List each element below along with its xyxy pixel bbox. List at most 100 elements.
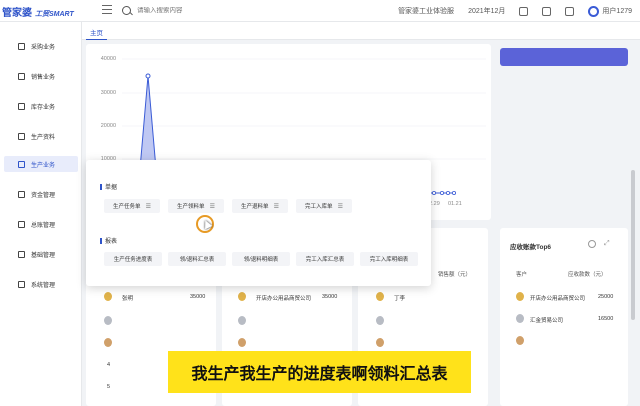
rank-number: 4 <box>107 362 111 368</box>
sidebar-item-purchase[interactable]: 采购业务 <box>4 38 78 54</box>
search-box[interactable] <box>122 3 242 17</box>
data-point <box>445 190 450 195</box>
rank-name: 开店办公用品商贸公司 <box>256 296 312 302</box>
bronze-medal-icon <box>376 338 384 347</box>
menu-item-label: 生产任务单 <box>113 204 141 210</box>
list-icon[interactable]: ☰ <box>274 203 279 210</box>
sidebar-item-label: 采购业务 <box>31 44 56 51</box>
header-right: 管家婆工业体验服 2021年12月 用户1279 <box>398 0 632 22</box>
rank-value: 35000 <box>322 294 338 300</box>
search-input[interactable] <box>137 6 227 14</box>
gear-icon <box>18 250 25 258</box>
sidebar-item-basic[interactable]: 基础管理 <box>4 246 78 262</box>
sliders-icon <box>18 160 25 168</box>
receivable-amount: 25000 <box>598 294 614 300</box>
gold-medal-icon <box>104 292 112 301</box>
section-title-reports: 报表 <box>100 236 117 245</box>
data-point <box>431 190 436 195</box>
tab-bar: 主页 <box>82 22 640 40</box>
tab-home[interactable]: 主页 <box>86 24 107 40</box>
card-title: 应收账款Top6 <box>510 244 552 251</box>
x-tick: 01.21 <box>448 201 462 207</box>
report-task-progress[interactable]: 生产任务进度表 <box>104 252 162 266</box>
chart-icon <box>18 72 25 80</box>
ledger-icon <box>18 220 25 228</box>
list-icon[interactable]: ☰ <box>210 203 215 210</box>
home-icon <box>18 102 25 110</box>
logo-text: 管家婆 <box>2 8 32 19</box>
app-logo[interactable]: 管家婆 工贸SMART <box>2 4 74 19</box>
report-picking-summary[interactable]: 领/退料汇总表 <box>168 252 226 266</box>
gold-medal-icon <box>238 292 246 301</box>
search-icon <box>122 5 131 15</box>
quick-action-button[interactable] <box>500 48 628 66</box>
receivable-amount: 16500 <box>598 316 614 322</box>
customer-name: 汇金贸易公司 <box>530 318 564 324</box>
menu-item-production-picking[interactable]: 生产领料单 ☰ <box>168 199 224 213</box>
sidebar-item-production[interactable]: 生产业务 <box>4 156 78 172</box>
company-name[interactable]: 管家婆工业体验服 <box>398 6 454 16</box>
user-name[interactable]: 用户1279 <box>602 6 632 16</box>
list-icon[interactable]: ☰ <box>146 203 151 210</box>
sidebar-item-label: 生产业务 <box>31 162 56 169</box>
sidebar-item-label: 基础管理 <box>31 252 56 259</box>
bronze-medal-icon <box>516 336 524 345</box>
avatar[interactable] <box>588 5 600 17</box>
sidebar-item-inventory[interactable]: 库存业务 <box>4 98 78 114</box>
silver-medal-icon <box>376 316 384 325</box>
rank-value: 35000 <box>190 294 206 300</box>
sidebar-item-label: 销售业务 <box>31 74 56 81</box>
refresh-icon[interactable] <box>588 240 596 248</box>
menu-item-completion-inbound[interactable]: 完工入库单 ☰ <box>296 199 352 213</box>
menu-item-label: 生产退料单 <box>241 204 269 210</box>
report-inbound-detail[interactable]: 完工入库明细表 <box>360 252 418 266</box>
report-picking-detail[interactable]: 领/退料明细表 <box>232 252 290 266</box>
sidebar-item-label: 资金管理 <box>31 192 56 199</box>
menu-item-label: 生产领料单 <box>177 204 205 210</box>
wallet-icon <box>18 190 25 198</box>
data-point <box>145 73 151 79</box>
column-header-customer: 客户 <box>516 272 528 278</box>
video-caption: 我生产我生产的进度表啊领料汇总表 <box>168 351 471 393</box>
bronze-medal-icon <box>104 338 112 347</box>
top-bar: 管家婆工贸SMART 管家婆工业体验服 2021年12月 用户1279 <box>0 0 640 22</box>
bell-icon[interactable] <box>519 6 529 16</box>
customer-name: 开店办公用品商贸公司 <box>530 296 586 302</box>
production-submenu: 单据 生产任务单 ☰ 生产领料单 ☰ 生产退料单 ☰ 完工入库单 ☰ 报表 生产任务进度… <box>86 160 431 286</box>
column-header: 销售额（元） <box>438 272 472 278</box>
sidebar-item-label: 库存业务 <box>31 104 56 111</box>
settings-icon[interactable] <box>565 6 575 16</box>
sidebar-item-system[interactable]: 系统管理 <box>4 276 78 292</box>
sidebar-item-ledger[interactable]: 总账管理 <box>4 216 78 232</box>
rank-number: 5 <box>107 384 111 390</box>
gold-medal-icon <box>516 292 524 301</box>
data-point <box>439 190 444 195</box>
list-icon[interactable]: ☰ <box>338 203 343 210</box>
silver-medal-icon <box>516 314 524 323</box>
sidebar-item-funds[interactable]: 资金管理 <box>4 186 78 202</box>
data-point <box>451 190 456 195</box>
sidebar: 采购业务 销售业务 库存业务 生产资料 生产业务 资金管理 总账管理 基础管理 … <box>0 22 82 406</box>
column-header-amount: 应收款数（元） <box>568 272 607 278</box>
logo-sub: 工贸SMART <box>35 11 74 18</box>
receivables-card: 应收账款Top6 ⤢ 客户 应收款数（元） 开店办公用品商贸公司 25000 汇… <box>500 228 628 406</box>
sidebar-item-label: 生产资料 <box>31 134 56 141</box>
menu-item-production-task[interactable]: 生产任务单 ☰ <box>104 199 160 213</box>
cart-icon <box>18 42 25 50</box>
sidebar-item-production-data[interactable]: 生产资料 <box>4 128 78 144</box>
clipboard-icon[interactable] <box>542 6 552 16</box>
scrollbar-thumb[interactable] <box>631 170 635 320</box>
section-title-documents: 单据 <box>100 182 117 191</box>
bronze-medal-icon <box>238 338 246 347</box>
rank-name: 张明 <box>122 296 134 302</box>
period-label[interactable]: 2021年12月 <box>468 6 505 16</box>
rank-name: 丁李 <box>394 296 406 302</box>
report-inbound-summary[interactable]: 完工入库汇总表 <box>296 252 354 266</box>
expand-icon[interactable]: ⤢ <box>604 240 610 248</box>
sidebar-item-sales[interactable]: 销售业务 <box>4 68 78 84</box>
menu-toggle-icon[interactable] <box>102 5 112 15</box>
menu-item-production-return[interactable]: 生产退料单 ☰ <box>232 199 288 213</box>
document-icon <box>18 132 25 140</box>
system-icon <box>18 280 25 288</box>
menu-item-label: 完工入库单 <box>305 204 333 210</box>
